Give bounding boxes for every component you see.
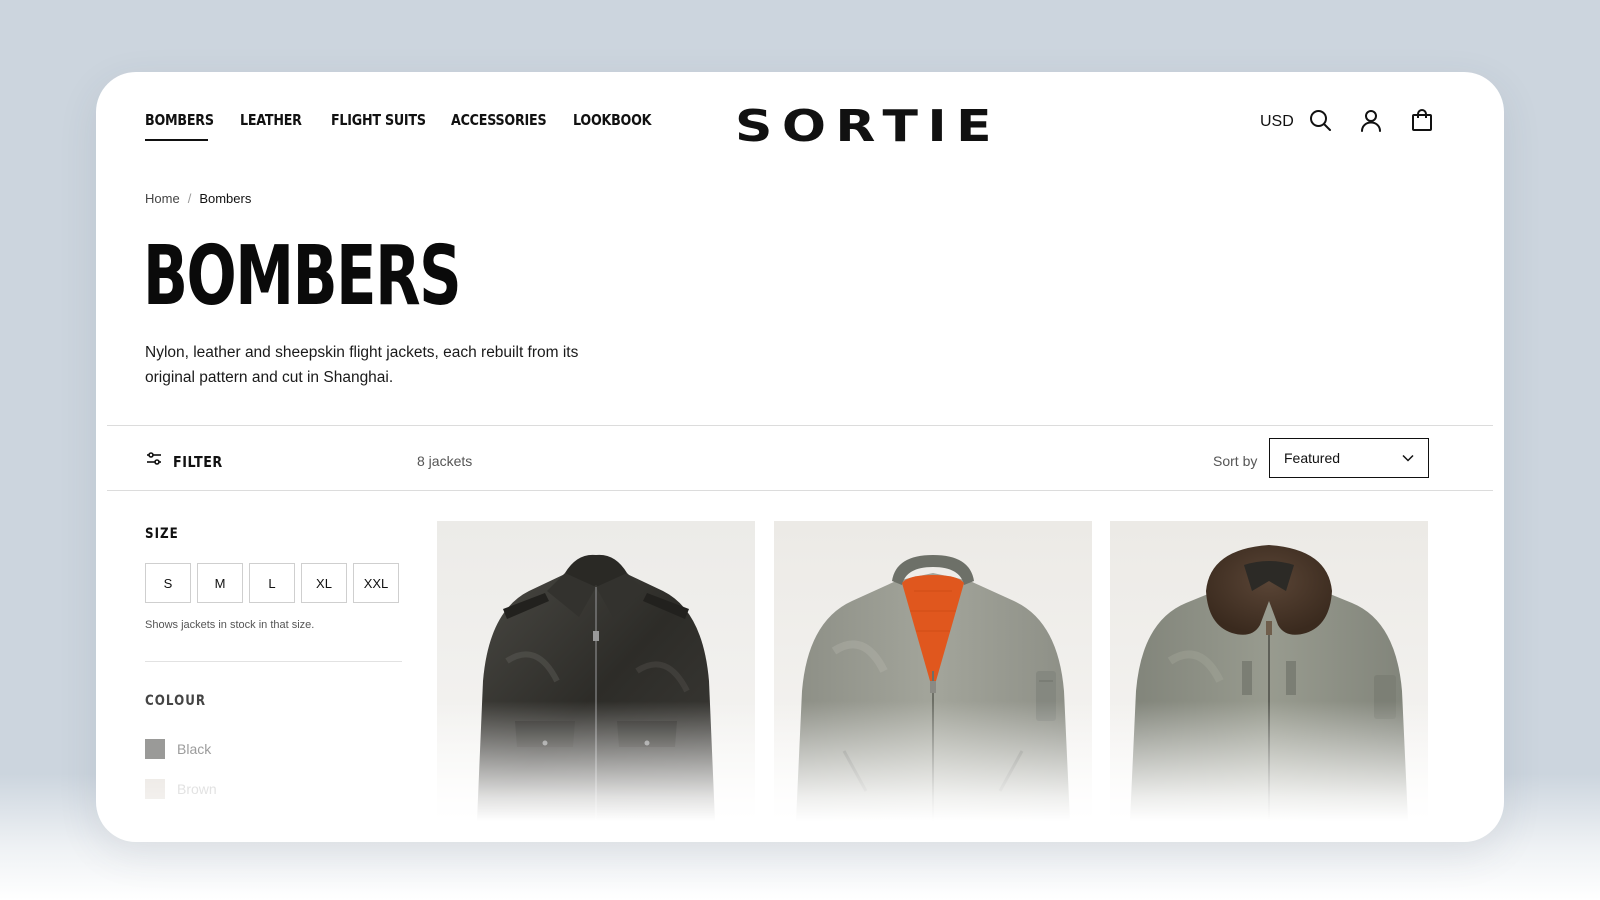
colour-swatch [145,739,165,759]
breadcrumb-current: Bombers [199,191,252,206]
chevron-down-icon [1402,449,1414,467]
page-title: BOMBERS [143,229,462,324]
active-nav-underline [145,139,208,141]
filter-button[interactable]: FILTER [145,450,232,473]
colour-swatch [145,779,165,799]
toolbar-bottom-divider [107,490,1493,491]
sort-label: Sort by [1213,453,1258,469]
colour-option-brown[interactable]: Brown [145,779,217,799]
size-option-m[interactable]: M [197,563,243,603]
nav-item-flight-suits[interactable]: FLIGHT SUITS [331,110,426,130]
nav-item-bombers[interactable]: BOMBERS [145,110,214,130]
breadcrumb-home-link[interactable]: Home [145,191,180,207]
sidebar-fade [136,762,416,842]
page-description: Nylon, leather and sheepskin flight jack… [145,344,579,386]
size-option-xl[interactable]: XL [301,563,347,603]
product-card-2[interactable] [774,521,1092,821]
sliders-icon [145,450,163,473]
product-image-2 [774,521,1092,821]
sidebar-divider [145,661,402,662]
size-option-s[interactable]: S [145,563,191,603]
product-card-3[interactable] [1110,521,1428,821]
sort-selected-value: Featured [1284,450,1341,466]
result-count: 8 jackets [417,453,473,469]
product-image-3 [1110,521,1428,821]
search-icon[interactable] [1308,108,1332,132]
storefront-window: BOMBERS LEATHER FLIGHT SUITS ACCESSORIES… [96,72,1504,842]
size-option-xxl[interactable]: XXL [353,563,399,603]
breadcrumb-separator: / [187,191,192,206]
size-options: S M L XL XXL [145,563,399,603]
nav-item-lookbook[interactable]: LOOKBOOK [573,110,652,130]
breadcrumb: Home / Bombers [145,191,251,207]
bag-icon[interactable] [1410,108,1434,132]
product-card-1[interactable] [437,521,755,821]
sort-dropdown[interactable]: Featured [1269,438,1429,478]
account-icon[interactable] [1359,108,1383,132]
brand-logo[interactable]: SORTIE [735,102,1001,152]
colour-name: Brown [177,781,217,797]
product-image-1 [437,521,755,821]
colour-option-black[interactable]: Black [145,739,211,759]
filter-label: FILTER [173,452,223,471]
colour-name: Black [177,741,212,757]
size-filter-note: Shows jackets in stock in that size. [145,619,315,631]
nav-item-accessories[interactable]: ACCESSORIES [451,110,547,130]
currency-selector[interactable]: USD [1260,112,1294,132]
toolbar-top-divider [107,425,1493,426]
colour-filter-heading: COLOUR [145,693,207,709]
nav-item-leather[interactable]: LEATHER [240,110,302,130]
size-option-l[interactable]: L [249,563,295,603]
size-filter-heading: SIZE [145,526,179,542]
